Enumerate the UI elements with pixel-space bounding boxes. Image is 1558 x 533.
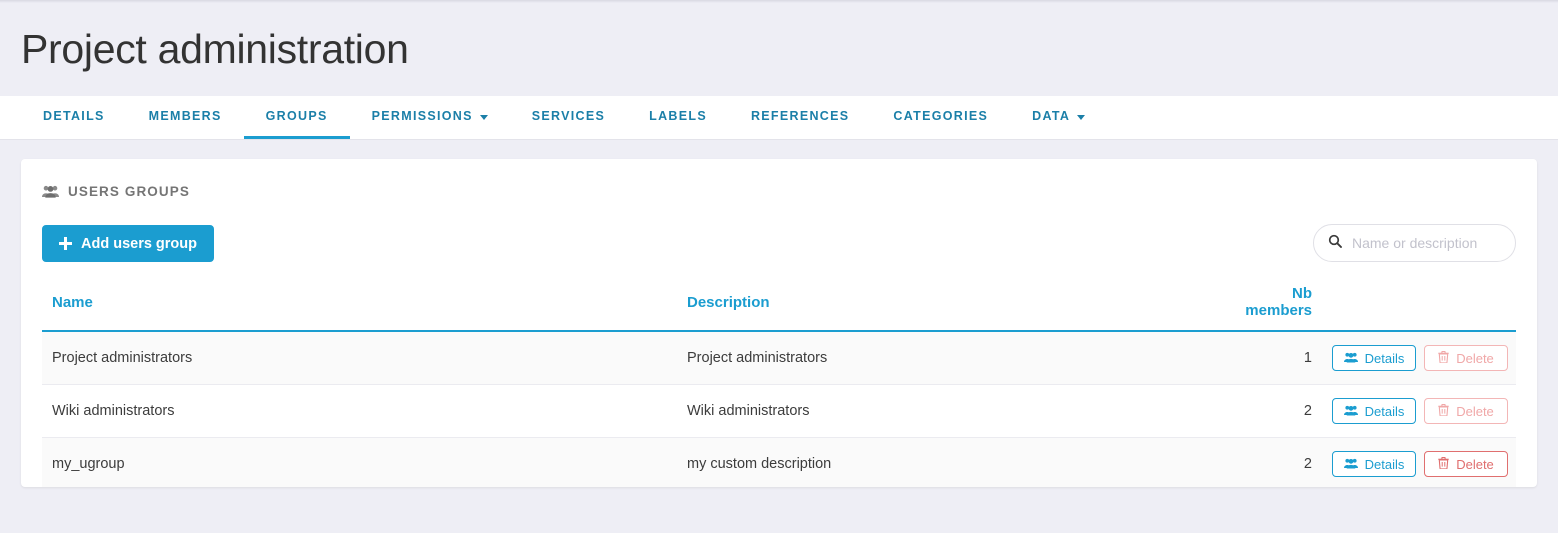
details-button-label: Details bbox=[1364, 403, 1405, 419]
tab-categories[interactable]: CATEGORIES bbox=[871, 96, 1010, 139]
add-users-group-button[interactable]: Add users group bbox=[42, 225, 215, 262]
cell-description: my custom description bbox=[677, 437, 1217, 487]
cell-nb-members: 1 bbox=[1217, 331, 1322, 385]
trash-icon bbox=[1438, 350, 1449, 366]
cell-name: Project administrators bbox=[42, 331, 677, 385]
details-button[interactable]: Details bbox=[1332, 345, 1416, 371]
row-action-group: Details Delete bbox=[1332, 398, 1508, 424]
tab-permissions[interactable]: PERMISSIONS bbox=[350, 96, 510, 139]
column-header-name: Name bbox=[42, 285, 677, 332]
tab-services[interactable]: SERVICES bbox=[510, 96, 627, 139]
plus-icon bbox=[59, 237, 72, 250]
page-header: Project administration bbox=[0, 3, 1558, 96]
tab-bar: DETAILS MEMBERS GROUPS PERMISSIONS SERVICES L… bbox=[0, 96, 1558, 140]
cell-actions: Details Delete bbox=[1322, 331, 1516, 385]
tab-label: GROUPS bbox=[265, 109, 328, 123]
users-icon bbox=[1343, 351, 1358, 366]
delete-button-label: Delete bbox=[1456, 456, 1494, 472]
cell-nb-members: 2 bbox=[1217, 384, 1322, 438]
trash-icon bbox=[1438, 456, 1449, 472]
table-row: Wiki administrators Wiki administrators 2 D… bbox=[42, 384, 1516, 438]
tab-label: SERVICES bbox=[531, 109, 606, 123]
details-button-label: Details bbox=[1364, 456, 1405, 472]
tab-details[interactable]: DETAILS bbox=[21, 96, 127, 139]
delete-button[interactable]: Delete bbox=[1424, 451, 1508, 477]
search-box[interactable] bbox=[1313, 224, 1535, 262]
tab-label: REFERENCES bbox=[750, 109, 850, 123]
card-title: USERS GROUPS bbox=[21, 159, 1537, 199]
delete-button: Delete bbox=[1424, 345, 1508, 371]
cell-description: Wiki administrators bbox=[677, 384, 1217, 438]
table-head: Name Description Nb members bbox=[42, 285, 1516, 332]
users-groups-table: Name Description Nb members Project admi… bbox=[42, 285, 1516, 487]
users-icon bbox=[1343, 457, 1358, 472]
page-title: Project administration bbox=[21, 25, 409, 72]
details-button-label: Details bbox=[1364, 350, 1405, 366]
cell-actions: Details Delete bbox=[1322, 384, 1516, 438]
cell-nb-members: 2 bbox=[1217, 437, 1322, 487]
tab-label: MEMBERS bbox=[148, 109, 222, 123]
table-header-row: Name Description Nb members bbox=[42, 285, 1516, 332]
trash-icon bbox=[1438, 403, 1449, 419]
chevron-down-icon bbox=[479, 114, 488, 120]
delete-button: Delete bbox=[1424, 398, 1508, 424]
tab-labels[interactable]: LABELS bbox=[627, 96, 729, 139]
cell-description: Project administrators bbox=[677, 331, 1217, 385]
tab-data[interactable]: DATA bbox=[1010, 96, 1107, 139]
table-body: Project administrators Project administra… bbox=[42, 331, 1516, 487]
chevron-down-icon bbox=[1077, 114, 1086, 120]
table-row: my_ugroup my custom description 2 Details De… bbox=[42, 437, 1516, 487]
delete-button-label: Delete bbox=[1456, 350, 1494, 366]
cell-actions: Details Delete bbox=[1322, 437, 1516, 487]
details-button[interactable]: Details bbox=[1332, 398, 1416, 424]
cell-name: my_ugroup bbox=[42, 437, 677, 487]
tab-references[interactable]: REFERENCES bbox=[729, 96, 871, 139]
users-icon bbox=[1343, 404, 1358, 419]
search-icon bbox=[1328, 234, 1342, 253]
column-header-actions bbox=[1322, 285, 1516, 332]
details-button[interactable]: Details bbox=[1332, 451, 1416, 477]
tab-groups[interactable]: GROUPS bbox=[243, 96, 350, 139]
row-action-group: Details Delete bbox=[1332, 345, 1508, 371]
tab-label: LABELS bbox=[649, 109, 707, 123]
search-input[interactable] bbox=[1350, 234, 1535, 252]
page-root: Project administration DETAILS MEMBERS GRO… bbox=[0, 0, 1558, 533]
card-title-label: USERS GROUPS bbox=[68, 184, 190, 199]
tab-label: CATEGORIES bbox=[893, 109, 989, 123]
cell-name: Wiki administrators bbox=[42, 384, 677, 438]
tab-label: PERMISSIONS bbox=[371, 109, 473, 123]
row-action-group: Details Delete bbox=[1332, 451, 1508, 477]
tab-label: DETAILS bbox=[43, 109, 105, 123]
add-users-group-label: Add users group bbox=[81, 235, 198, 252]
delete-button-label: Delete bbox=[1456, 403, 1494, 419]
column-header-nb-members: Nb members bbox=[1217, 285, 1322, 332]
table-row: Project administrators Project administra… bbox=[42, 331, 1516, 385]
column-header-description: Description bbox=[677, 285, 1217, 332]
users-groups-card: USERS GROUPS Add users group Name or des… bbox=[21, 159, 1537, 487]
users-icon bbox=[42, 185, 59, 198]
tab-label: DATA bbox=[1032, 109, 1071, 123]
table-toolbar: Add users group bbox=[21, 221, 1537, 285]
tab-members[interactable]: MEMBERS bbox=[127, 96, 244, 139]
